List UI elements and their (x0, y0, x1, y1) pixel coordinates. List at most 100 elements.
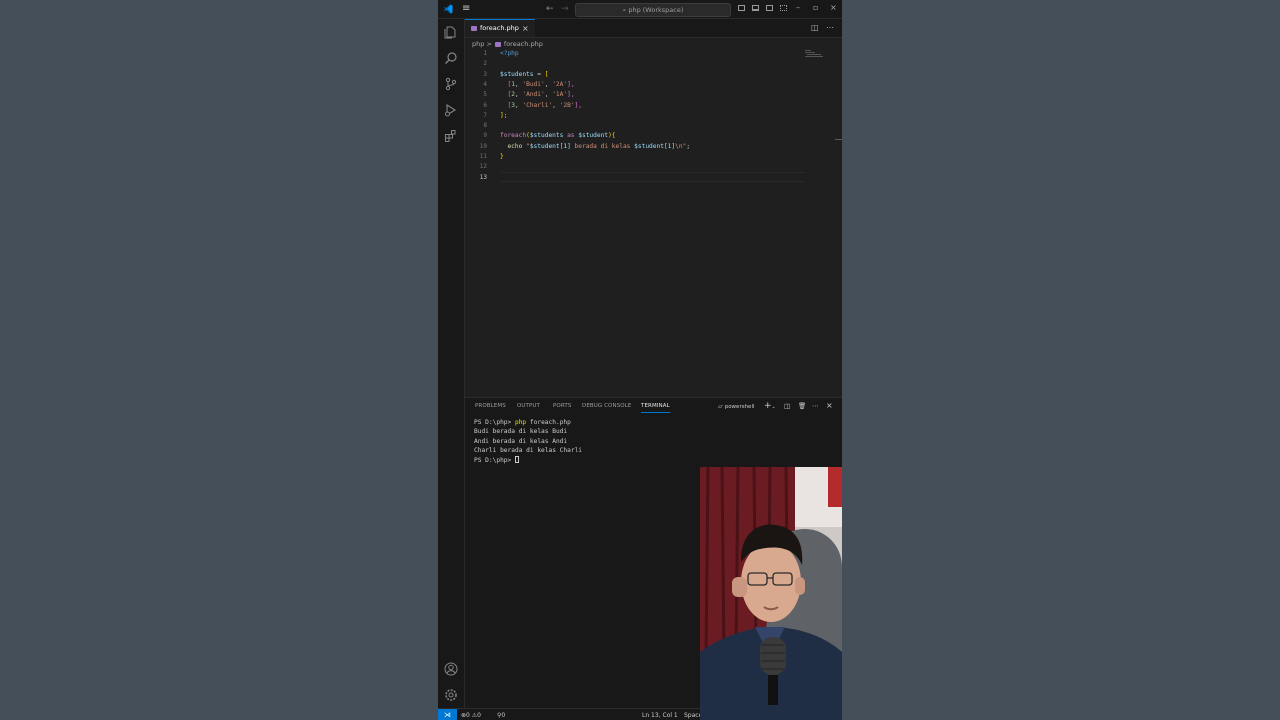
cursor-position[interactable]: Ln 13, Col 1 (642, 710, 678, 720)
terminal-command: php (514, 419, 527, 426)
breadcrumb-folder[interactable]: php (472, 40, 484, 48)
php-file-icon (494, 41, 501, 47)
terminal-prompt: PS D:\php> (474, 419, 515, 426)
tab-problems[interactable]: PROBLEMS (475, 402, 506, 410)
terminal-output-line: Charli berada di kelas Charli (474, 447, 583, 455)
code-token: ], (574, 101, 582, 109)
line-number: 6 (483, 101, 487, 109)
scrollbar-marker (835, 139, 842, 140)
gear-icon[interactable] (444, 688, 458, 702)
terminal-input-line[interactable]: PS D:\php> (474, 456, 519, 465)
customize-layout-icon[interactable] (780, 5, 787, 11)
code-token: $student (578, 132, 609, 140)
terminal-command-line: PS D:\php> php foreach.php (474, 418, 571, 427)
code-token: $students (529, 132, 564, 140)
line-number: 1 (483, 50, 487, 57)
toggle-panel-icon[interactable] (752, 5, 759, 11)
new-terminal-button[interactable]: +⌄ (764, 401, 776, 412)
tab-output[interactable]: OUTPUT (517, 402, 540, 410)
code-token: ){ (608, 132, 616, 140)
tab-ports[interactable]: PORTS (553, 402, 571, 410)
run-debug-icon[interactable] (444, 103, 458, 117)
source-control-icon[interactable] (444, 77, 458, 91)
close-panel-icon[interactable]: × (826, 401, 833, 411)
trash-icon[interactable]: 🗑 (798, 401, 806, 411)
terminal-profile[interactable]: ▱ powershell (718, 401, 755, 412)
terminal-output-line: Andi berada di kelas Andi (474, 437, 568, 445)
current-line-highlight (500, 172, 805, 182)
remote-indicator-icon[interactable]: ⋊ (438, 709, 457, 720)
more-actions-icon[interactable]: ⋯ (812, 401, 819, 411)
explorer-icon[interactable] (444, 25, 458, 39)
code-token: as (563, 132, 579, 140)
minimap[interactable] (805, 49, 835, 61)
toggle-sidebar-icon[interactable] (738, 5, 745, 11)
search-label: php (Workspace) (628, 6, 684, 14)
code-token: '2A' (552, 80, 568, 88)
search-icon[interactable] (444, 51, 458, 65)
breadcrumb: php > foreach.php (472, 39, 543, 49)
line-number: 8 (483, 122, 487, 130)
presenter-video-image (700, 467, 842, 720)
restore-icon[interactable]: ▫ (813, 2, 818, 14)
ports-count: 0 (501, 712, 506, 719)
plus-icon: + (764, 401, 772, 411)
extensions-icon[interactable] (444, 129, 458, 143)
line-number: 4 (483, 80, 487, 88)
title-bar: ≡ ← → ⌕ php (Workspace) – ▫ × (438, 0, 842, 19)
command-center-search[interactable]: ⌕ php (Workspace) (575, 3, 731, 17)
line-number-current: 13 (479, 173, 487, 181)
more-actions-icon[interactable]: ⋯ (826, 23, 834, 33)
warning-count: 0 (477, 712, 481, 719)
close-window-icon[interactable]: × (830, 2, 837, 14)
terminal-cursor (514, 456, 519, 464)
line-number: 3 (483, 70, 487, 78)
code-token: '1A' (552, 91, 568, 99)
back-arrow-icon[interactable]: ← (546, 3, 554, 15)
code-line-7: ]; (500, 111, 508, 119)
problems-status[interactable]: ⊗0 ⚠0 (461, 710, 481, 720)
php-open-tag: <?php (500, 50, 519, 57)
terminal-prompt: PS D:\php> (474, 456, 515, 464)
terminal-shell-label: powershell (724, 404, 755, 410)
line-number: 7 (483, 111, 487, 119)
breadcrumb-file[interactable]: foreach.php (504, 40, 543, 48)
minimize-icon[interactable]: – (796, 2, 800, 14)
code-token: ; (686, 142, 691, 150)
code-token: '2B' (559, 101, 575, 109)
toggle-secondary-sidebar-icon[interactable] (766, 5, 773, 11)
tab-debug-console[interactable]: DEBUG CONSOLE (582, 402, 631, 410)
line-number: 5 (483, 91, 487, 99)
account-icon[interactable] (444, 662, 458, 676)
tab-terminal[interactable]: TERMINAL (641, 402, 670, 413)
code-token: ], (567, 80, 575, 88)
code-line-3: $students = [ (500, 70, 548, 80)
editor-tab-bar: foreach.php × ◫ ⋯ (465, 19, 842, 38)
split-terminal-icon[interactable]: ◫ (784, 401, 790, 411)
ports-status[interactable]: ⚲0 (497, 710, 505, 720)
chevron-down-icon: ⌄ (771, 404, 776, 410)
code-token: [ (500, 101, 512, 109)
close-tab-icon[interactable]: × (522, 23, 529, 34)
code-token: $student[1] (529, 142, 571, 150)
code-token: , (552, 101, 560, 109)
code-token: ], (567, 91, 575, 99)
code-token: [ (544, 70, 549, 78)
split-editor-icon[interactable]: ◫ (811, 23, 819, 33)
code-line-11: } (500, 153, 504, 160)
code-line-4: [1, 'Budi', '2A'], (500, 80, 575, 90)
code-token: foreach (500, 132, 527, 140)
code-token: \n" (675, 142, 687, 150)
line-number: 2 (483, 60, 487, 68)
line-number: 10 (479, 142, 487, 150)
forward-arrow-icon[interactable]: → (561, 3, 569, 15)
tab-foreach-php[interactable]: foreach.php × (465, 19, 535, 37)
tab-label: foreach.php (480, 24, 519, 32)
code-line-9: foreach($students as $student){ (500, 131, 616, 141)
webcam-overlay (700, 467, 842, 720)
hamburger-icon[interactable]: ≡ (462, 3, 470, 15)
code-token: = (533, 70, 545, 78)
terminal-output-line: Budi berada di kelas Budi (474, 428, 568, 436)
code-line-1: <?php (500, 49, 519, 59)
code-editor[interactable]: 1 2 3 4 5 6 7 8 9 10 11 12 13 <?php $stu… (465, 49, 842, 397)
